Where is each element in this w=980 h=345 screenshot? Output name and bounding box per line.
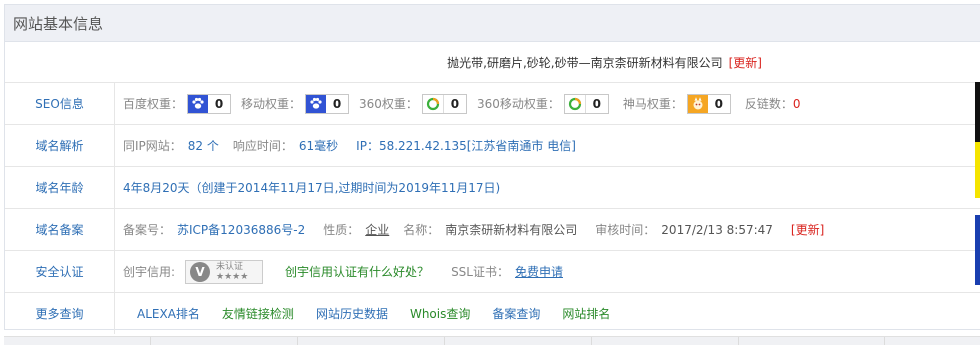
mobile-weight-label: 移动权重： xyxy=(241,97,302,111)
site-title: 抛光带,研磨片,砂轮,砂带—南京柰研新材料有限公司 xyxy=(447,55,723,70)
credit-benefit-link[interactable]: 创宇信用认证有什么好处？ xyxy=(285,263,429,280)
cert-status: 未认证 ★★★★ xyxy=(216,262,248,282)
360-mobile-weight-value: 0 xyxy=(585,94,608,113)
same-ip-value[interactable]: 82 个 xyxy=(188,137,219,154)
icp-query-link[interactable]: 备案查询 xyxy=(492,305,540,322)
mobile-weight-value: 0 xyxy=(326,94,349,113)
verify-v-icon: V xyxy=(190,261,211,282)
more-label: 更多查询 xyxy=(5,293,115,334)
backlinks-value[interactable]: 0 xyxy=(793,97,801,111)
cert-stars: ★★★★ xyxy=(216,271,249,282)
security-row: 安全认证 创宇信用: V 未认证 ★★★★ 创宇信用认证有什么好处？ SSL证书：… xyxy=(5,251,980,293)
icp-time-label: 审核时间： xyxy=(595,223,656,237)
dns-label: 域名解析 xyxy=(5,125,115,166)
domain-age-row: 域名年龄 4年8月20天（创建于2014年11月17日,过期时间为2019年11… xyxy=(5,167,980,209)
seo-label: SEO信息 xyxy=(5,83,115,124)
icp-label: 域名备案 xyxy=(5,209,115,250)
site-title-row: 抛光带,研磨片,砂轮,砂带—南京柰研新材料有限公司 [更新] xyxy=(5,42,980,83)
panel-title: 网站基本信息 xyxy=(5,5,980,42)
shenma-weight-label: 神马权重： xyxy=(622,97,683,111)
icp-number-label: 备案号： xyxy=(123,223,172,237)
friend-link-check-link[interactable]: 友情链接检测 xyxy=(222,305,294,322)
360-mobile-icon xyxy=(564,94,586,113)
ssl-label: SSL证书： xyxy=(451,265,509,279)
shenma-weight-value: 0 xyxy=(707,94,730,113)
domain-age-value: 4年8月20天（创建于2014年11月17日,过期时间为2019年11月17日) xyxy=(123,181,501,195)
360-icon xyxy=(422,94,444,113)
more-row: 更多查询 ALEXA排名 友情链接检测 网站历史数据 Whois查询 备案查询 … xyxy=(5,293,980,334)
dns-row: 域名解析 同IP网站： 82 个 响应时间： 61毫秒 IP：58.221.42… xyxy=(5,125,980,167)
side-banner-edge-yellow xyxy=(975,142,980,198)
icp-name-label: 名称： xyxy=(403,223,440,237)
seo-row: SEO信息 百度权重： 0 移动权重： 0 360权重： 0 360移动权重： … xyxy=(5,83,980,125)
mobile-weight-badge[interactable]: 0 xyxy=(305,93,350,114)
side-banner-edge xyxy=(975,82,980,142)
baidu-mobile-paw-icon xyxy=(306,94,327,113)
icp-update-link[interactable]: [更新] xyxy=(791,221,824,238)
site-rank-link[interactable]: 网站排名 xyxy=(562,305,610,322)
360-mobile-weight-badge[interactable]: 0 xyxy=(563,93,609,114)
credit-label: 创宇信用: xyxy=(123,265,176,279)
alexa-rank-link[interactable]: ALEXA排名 xyxy=(137,305,200,322)
shenma-weight-badge[interactable]: 0 xyxy=(686,93,731,114)
360-weight-label: 360权重： xyxy=(359,97,418,111)
ip-address[interactable]: IP：58.221.42.135[江苏省南通市 电信] xyxy=(356,137,576,154)
response-time-label: 响应时间： xyxy=(232,139,293,153)
baidu-weight-value: 0 xyxy=(208,94,231,113)
icp-time-value: 2017/2/13 8:57:47 xyxy=(661,222,773,237)
site-info-panel: 网站基本信息 抛光带,研磨片,砂轮,砂带—南京柰研新材料有限公司 [更新] SE… xyxy=(4,4,980,334)
ssl-apply-link[interactable]: 免费申请 xyxy=(515,263,563,280)
360-mobile-weight-label: 360移动权重： xyxy=(476,97,560,111)
shenma-icon xyxy=(687,94,708,113)
same-ip-label: 同IP网站： xyxy=(123,139,182,153)
icp-name-value: 南京柰研新材料有限公司 xyxy=(445,223,578,237)
icp-type-label: 性质： xyxy=(323,223,360,237)
side-banner-edge-blue xyxy=(975,215,980,285)
site-title-update-link[interactable]: [更新] xyxy=(729,54,762,71)
site-history-link[interactable]: 网站历史数据 xyxy=(316,305,388,322)
icp-row: 域名备案 备案号： 苏ICP备12036886号-2 性质： 企业 名称： 南京… xyxy=(5,209,980,251)
whois-link[interactable]: Whois查询 xyxy=(410,305,470,322)
icp-number-value[interactable]: 苏ICP备12036886号-2 xyxy=(177,221,305,238)
baidu-weight-label: 百度权重： xyxy=(123,97,184,111)
cert-status-text: 未认证 xyxy=(216,261,244,272)
security-label: 安全认证 xyxy=(5,251,115,292)
icp-type-value[interactable]: 企业 xyxy=(365,221,389,238)
backlinks-label: 反链数： xyxy=(744,97,793,111)
360-weight-badge[interactable]: 0 xyxy=(421,93,467,114)
response-time-value: 61毫秒 xyxy=(298,139,339,153)
credit-cert-badge[interactable]: V 未认证 ★★★★ xyxy=(185,259,264,284)
baidu-weight-badge[interactable]: 0 xyxy=(187,93,232,114)
360-weight-value: 0 xyxy=(443,94,466,113)
baidu-paw-icon xyxy=(188,94,209,113)
domain-age-label: 域名年龄 xyxy=(5,167,115,208)
